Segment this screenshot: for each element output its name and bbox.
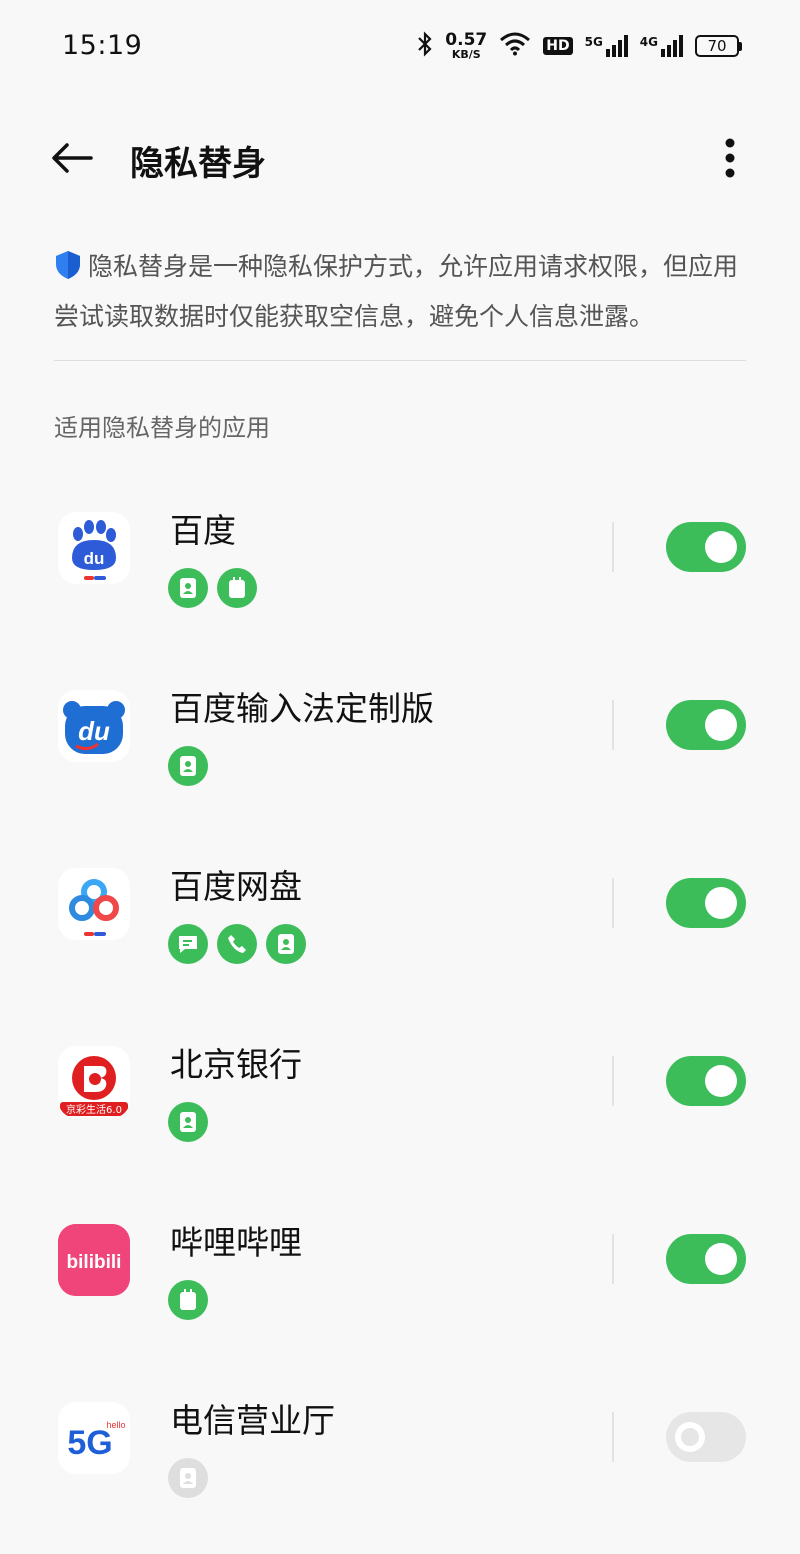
description-text: 隐私替身是一种隐私保护方式，允许应用请求权限，但应用尝试读取数据时仅能获取空信息… xyxy=(54,252,739,331)
permission-icons xyxy=(168,1102,208,1142)
more-options-button[interactable] xyxy=(712,132,748,184)
bilibili-icon-text: bilibili xyxy=(67,1252,122,1273)
signal-5g-icon: 5G xyxy=(585,35,628,57)
status-bar: 15:19 0.57 KB/S HD 5G 4G 70 xyxy=(0,0,800,92)
telecom-app-icon: 5G hello xyxy=(58,1402,130,1474)
divider xyxy=(54,360,746,361)
privacy-toggle[interactable] xyxy=(666,1056,746,1106)
list-item: 百度网盘 xyxy=(0,816,800,994)
row-divider xyxy=(612,1234,614,1284)
list-item: 京彩生活6.0 北京银行 xyxy=(0,994,800,1172)
contacts-icon xyxy=(266,924,306,964)
app-name: 哔哩哔哩 xyxy=(170,1223,302,1262)
permission-icons xyxy=(168,1458,208,1498)
bilibili-app-icon: bilibili xyxy=(58,1224,130,1296)
back-button[interactable] xyxy=(44,132,100,184)
row-divider xyxy=(612,700,614,750)
contacts-icon xyxy=(168,568,208,608)
privacy-toggle[interactable] xyxy=(666,1234,746,1284)
privacy-description: 隐私替身是一种隐私保护方式，允许应用请求权限，但应用尝试读取数据时仅能获取空信息… xyxy=(54,244,748,339)
app-name: 百度 xyxy=(170,511,236,550)
app-name: 电信营业厅 xyxy=(170,1401,335,1440)
row-divider xyxy=(612,1412,614,1462)
telecom-icon-subtext: hello xyxy=(106,1420,125,1430)
list-item: du 百度输入法定制版 xyxy=(0,638,800,816)
privacy-toggle[interactable] xyxy=(666,1412,746,1462)
signal-4g-icon: 4G xyxy=(640,35,683,57)
permission-icons xyxy=(168,1280,208,1320)
svg-text:du: du xyxy=(84,549,105,568)
phone-icon xyxy=(217,924,257,964)
privacy-toggle[interactable] xyxy=(666,700,746,750)
app-name: 百度网盘 xyxy=(170,867,302,906)
app-name: 百度输入法定制版 xyxy=(170,689,434,728)
battery-level: 70 xyxy=(695,35,739,57)
message-icon xyxy=(168,924,208,964)
contacts-icon xyxy=(168,1102,208,1142)
row-divider xyxy=(612,878,614,928)
svg-text:du: du xyxy=(78,716,110,746)
list-item: bilibili 哔哩哔哩 xyxy=(0,1172,800,1350)
shield-icon xyxy=(54,249,82,294)
more-vertical-icon xyxy=(725,138,735,178)
bank-icon-text: 京彩生活6.0 xyxy=(66,1103,122,1116)
page-title: 隐私替身 xyxy=(130,144,266,184)
status-icons: 0.57 KB/S HD 5G 4G 70 xyxy=(417,28,742,64)
bluetooth-icon xyxy=(417,31,433,61)
wifi-icon xyxy=(499,32,531,60)
back-arrow-icon xyxy=(52,143,93,173)
app-header: 隐私替身 xyxy=(0,110,800,206)
calendar-icon xyxy=(217,568,257,608)
network-speed: 0.57 KB/S xyxy=(445,30,488,61)
row-divider xyxy=(612,522,614,572)
baidu-app-icon: du xyxy=(58,512,130,584)
app-name: 北京银行 xyxy=(170,1045,302,1084)
contacts-icon xyxy=(168,746,208,786)
permission-icons xyxy=(168,924,306,964)
privacy-toggle[interactable] xyxy=(666,878,746,928)
list-item: 5G hello 电信营业厅 xyxy=(0,1350,800,1528)
permission-icons xyxy=(168,568,257,608)
baidu-input-app-icon: du xyxy=(58,690,130,762)
battery-icon: 70 xyxy=(695,35,742,57)
bank-of-beijing-app-icon: 京彩生活6.0 xyxy=(58,1046,130,1118)
signal-4g-label: 4G xyxy=(639,35,658,49)
list-item: du 百度 xyxy=(0,460,800,638)
permission-icons xyxy=(168,746,208,786)
baidu-netdisk-app-icon xyxy=(58,868,130,940)
hd-voice-badge: HD xyxy=(543,37,573,55)
privacy-toggle[interactable] xyxy=(666,522,746,572)
calendar-icon xyxy=(168,1280,208,1320)
network-speed-unit: KB/S xyxy=(451,48,481,61)
row-divider xyxy=(612,1056,614,1106)
section-title: 适用隐私替身的应用 xyxy=(54,414,270,442)
status-time: 15:19 xyxy=(62,30,143,61)
contacts-icon xyxy=(168,1458,208,1498)
network-speed-value: 0.57 xyxy=(445,30,488,50)
signal-5g-label: 5G xyxy=(584,35,603,49)
